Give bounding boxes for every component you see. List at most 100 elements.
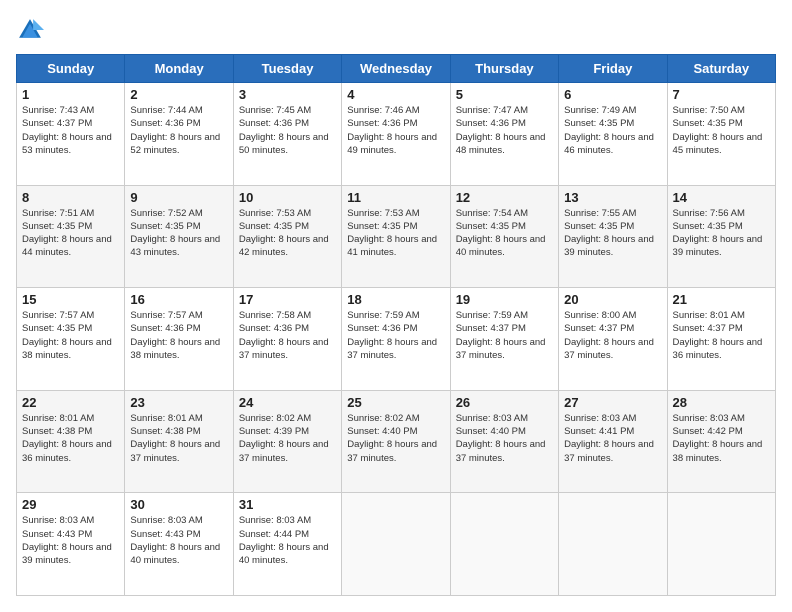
day-number: 23	[130, 395, 227, 410]
day-number: 28	[673, 395, 770, 410]
weekday-monday: Monday	[125, 55, 233, 83]
calendar-cell: 24 Sunrise: 8:02 AMSunset: 4:39 PMDaylig…	[233, 390, 341, 493]
calendar-week-4: 22 Sunrise: 8:01 AMSunset: 4:38 PMDaylig…	[17, 390, 776, 493]
day-info: Sunrise: 7:53 AMSunset: 4:35 PMDaylight:…	[347, 207, 444, 260]
day-info: Sunrise: 8:03 AMSunset: 4:43 PMDaylight:…	[22, 514, 119, 567]
calendar-cell: 21 Sunrise: 8:01 AMSunset: 4:37 PMDaylig…	[667, 288, 775, 391]
calendar-cell: 18 Sunrise: 7:59 AMSunset: 4:36 PMDaylig…	[342, 288, 450, 391]
day-number: 22	[22, 395, 119, 410]
day-number: 3	[239, 87, 336, 102]
day-number: 29	[22, 497, 119, 512]
calendar-week-5: 29 Sunrise: 8:03 AMSunset: 4:43 PMDaylig…	[17, 493, 776, 596]
calendar: SundayMondayTuesdayWednesdayThursdayFrid…	[16, 54, 776, 596]
calendar-cell: 13 Sunrise: 7:55 AMSunset: 4:35 PMDaylig…	[559, 185, 667, 288]
calendar-cell: 5 Sunrise: 7:47 AMSunset: 4:36 PMDayligh…	[450, 83, 558, 186]
calendar-cell: 15 Sunrise: 7:57 AMSunset: 4:35 PMDaylig…	[17, 288, 125, 391]
day-info: Sunrise: 8:03 AMSunset: 4:44 PMDaylight:…	[239, 514, 336, 567]
day-number: 6	[564, 87, 661, 102]
calendar-cell: 20 Sunrise: 8:00 AMSunset: 4:37 PMDaylig…	[559, 288, 667, 391]
calendar-cell: 26 Sunrise: 8:03 AMSunset: 4:40 PMDaylig…	[450, 390, 558, 493]
calendar-cell: 14 Sunrise: 7:56 AMSunset: 4:35 PMDaylig…	[667, 185, 775, 288]
day-info: Sunrise: 7:43 AMSunset: 4:37 PMDaylight:…	[22, 104, 119, 157]
day-number: 24	[239, 395, 336, 410]
calendar-cell: 27 Sunrise: 8:03 AMSunset: 4:41 PMDaylig…	[559, 390, 667, 493]
calendar-week-1: 1 Sunrise: 7:43 AMSunset: 4:37 PMDayligh…	[17, 83, 776, 186]
day-number: 13	[564, 190, 661, 205]
day-info: Sunrise: 8:01 AMSunset: 4:37 PMDaylight:…	[673, 309, 770, 362]
calendar-cell: 8 Sunrise: 7:51 AMSunset: 4:35 PMDayligh…	[17, 185, 125, 288]
header	[16, 16, 776, 44]
calendar-cell: 7 Sunrise: 7:50 AMSunset: 4:35 PMDayligh…	[667, 83, 775, 186]
day-number: 25	[347, 395, 444, 410]
day-info: Sunrise: 8:01 AMSunset: 4:38 PMDaylight:…	[130, 412, 227, 465]
day-info: Sunrise: 7:57 AMSunset: 4:36 PMDaylight:…	[130, 309, 227, 362]
calendar-cell: 3 Sunrise: 7:45 AMSunset: 4:36 PMDayligh…	[233, 83, 341, 186]
day-info: Sunrise: 7:47 AMSunset: 4:36 PMDaylight:…	[456, 104, 553, 157]
calendar-cell	[559, 493, 667, 596]
calendar-cell: 9 Sunrise: 7:52 AMSunset: 4:35 PMDayligh…	[125, 185, 233, 288]
calendar-cell: 25 Sunrise: 8:02 AMSunset: 4:40 PMDaylig…	[342, 390, 450, 493]
day-info: Sunrise: 8:00 AMSunset: 4:37 PMDaylight:…	[564, 309, 661, 362]
day-number: 27	[564, 395, 661, 410]
day-info: Sunrise: 7:46 AMSunset: 4:36 PMDaylight:…	[347, 104, 444, 157]
calendar-cell: 2 Sunrise: 7:44 AMSunset: 4:36 PMDayligh…	[125, 83, 233, 186]
day-number: 2	[130, 87, 227, 102]
day-info: Sunrise: 7:58 AMSunset: 4:36 PMDaylight:…	[239, 309, 336, 362]
calendar-cell: 12 Sunrise: 7:54 AMSunset: 4:35 PMDaylig…	[450, 185, 558, 288]
day-number: 8	[22, 190, 119, 205]
weekday-thursday: Thursday	[450, 55, 558, 83]
weekday-sunday: Sunday	[17, 55, 125, 83]
day-number: 10	[239, 190, 336, 205]
calendar-week-2: 8 Sunrise: 7:51 AMSunset: 4:35 PMDayligh…	[17, 185, 776, 288]
weekday-tuesday: Tuesday	[233, 55, 341, 83]
day-number: 17	[239, 292, 336, 307]
calendar-cell: 30 Sunrise: 8:03 AMSunset: 4:43 PMDaylig…	[125, 493, 233, 596]
calendar-cell	[667, 493, 775, 596]
day-number: 30	[130, 497, 227, 512]
day-number: 12	[456, 190, 553, 205]
day-number: 5	[456, 87, 553, 102]
page: SundayMondayTuesdayWednesdayThursdayFrid…	[0, 0, 792, 612]
day-info: Sunrise: 8:03 AMSunset: 4:40 PMDaylight:…	[456, 412, 553, 465]
day-number: 26	[456, 395, 553, 410]
day-number: 1	[22, 87, 119, 102]
day-info: Sunrise: 7:45 AMSunset: 4:36 PMDaylight:…	[239, 104, 336, 157]
weekday-wednesday: Wednesday	[342, 55, 450, 83]
day-info: Sunrise: 7:59 AMSunset: 4:36 PMDaylight:…	[347, 309, 444, 362]
day-info: Sunrise: 7:53 AMSunset: 4:35 PMDaylight:…	[239, 207, 336, 260]
day-info: Sunrise: 7:49 AMSunset: 4:35 PMDaylight:…	[564, 104, 661, 157]
calendar-cell: 31 Sunrise: 8:03 AMSunset: 4:44 PMDaylig…	[233, 493, 341, 596]
day-number: 16	[130, 292, 227, 307]
day-number: 19	[456, 292, 553, 307]
day-info: Sunrise: 7:59 AMSunset: 4:37 PMDaylight:…	[456, 309, 553, 362]
weekday-friday: Friday	[559, 55, 667, 83]
calendar-cell: 17 Sunrise: 7:58 AMSunset: 4:36 PMDaylig…	[233, 288, 341, 391]
day-info: Sunrise: 7:44 AMSunset: 4:36 PMDaylight:…	[130, 104, 227, 157]
calendar-cell: 29 Sunrise: 8:03 AMSunset: 4:43 PMDaylig…	[17, 493, 125, 596]
day-info: Sunrise: 7:54 AMSunset: 4:35 PMDaylight:…	[456, 207, 553, 260]
calendar-cell: 6 Sunrise: 7:49 AMSunset: 4:35 PMDayligh…	[559, 83, 667, 186]
day-info: Sunrise: 8:01 AMSunset: 4:38 PMDaylight:…	[22, 412, 119, 465]
calendar-cell: 1 Sunrise: 7:43 AMSunset: 4:37 PMDayligh…	[17, 83, 125, 186]
day-info: Sunrise: 7:52 AMSunset: 4:35 PMDaylight:…	[130, 207, 227, 260]
calendar-cell	[342, 493, 450, 596]
day-info: Sunrise: 8:02 AMSunset: 4:39 PMDaylight:…	[239, 412, 336, 465]
logo-icon	[16, 16, 44, 44]
calendar-cell: 10 Sunrise: 7:53 AMSunset: 4:35 PMDaylig…	[233, 185, 341, 288]
weekday-header-row: SundayMondayTuesdayWednesdayThursdayFrid…	[17, 55, 776, 83]
calendar-cell: 4 Sunrise: 7:46 AMSunset: 4:36 PMDayligh…	[342, 83, 450, 186]
day-number: 9	[130, 190, 227, 205]
weekday-saturday: Saturday	[667, 55, 775, 83]
day-info: Sunrise: 8:02 AMSunset: 4:40 PMDaylight:…	[347, 412, 444, 465]
day-number: 15	[22, 292, 119, 307]
day-info: Sunrise: 7:50 AMSunset: 4:35 PMDaylight:…	[673, 104, 770, 157]
day-number: 20	[564, 292, 661, 307]
day-info: Sunrise: 8:03 AMSunset: 4:43 PMDaylight:…	[130, 514, 227, 567]
day-number: 11	[347, 190, 444, 205]
calendar-cell: 22 Sunrise: 8:01 AMSunset: 4:38 PMDaylig…	[17, 390, 125, 493]
calendar-week-3: 15 Sunrise: 7:57 AMSunset: 4:35 PMDaylig…	[17, 288, 776, 391]
calendar-cell: 19 Sunrise: 7:59 AMSunset: 4:37 PMDaylig…	[450, 288, 558, 391]
calendar-cell: 11 Sunrise: 7:53 AMSunset: 4:35 PMDaylig…	[342, 185, 450, 288]
calendar-cell: 23 Sunrise: 8:01 AMSunset: 4:38 PMDaylig…	[125, 390, 233, 493]
day-number: 21	[673, 292, 770, 307]
